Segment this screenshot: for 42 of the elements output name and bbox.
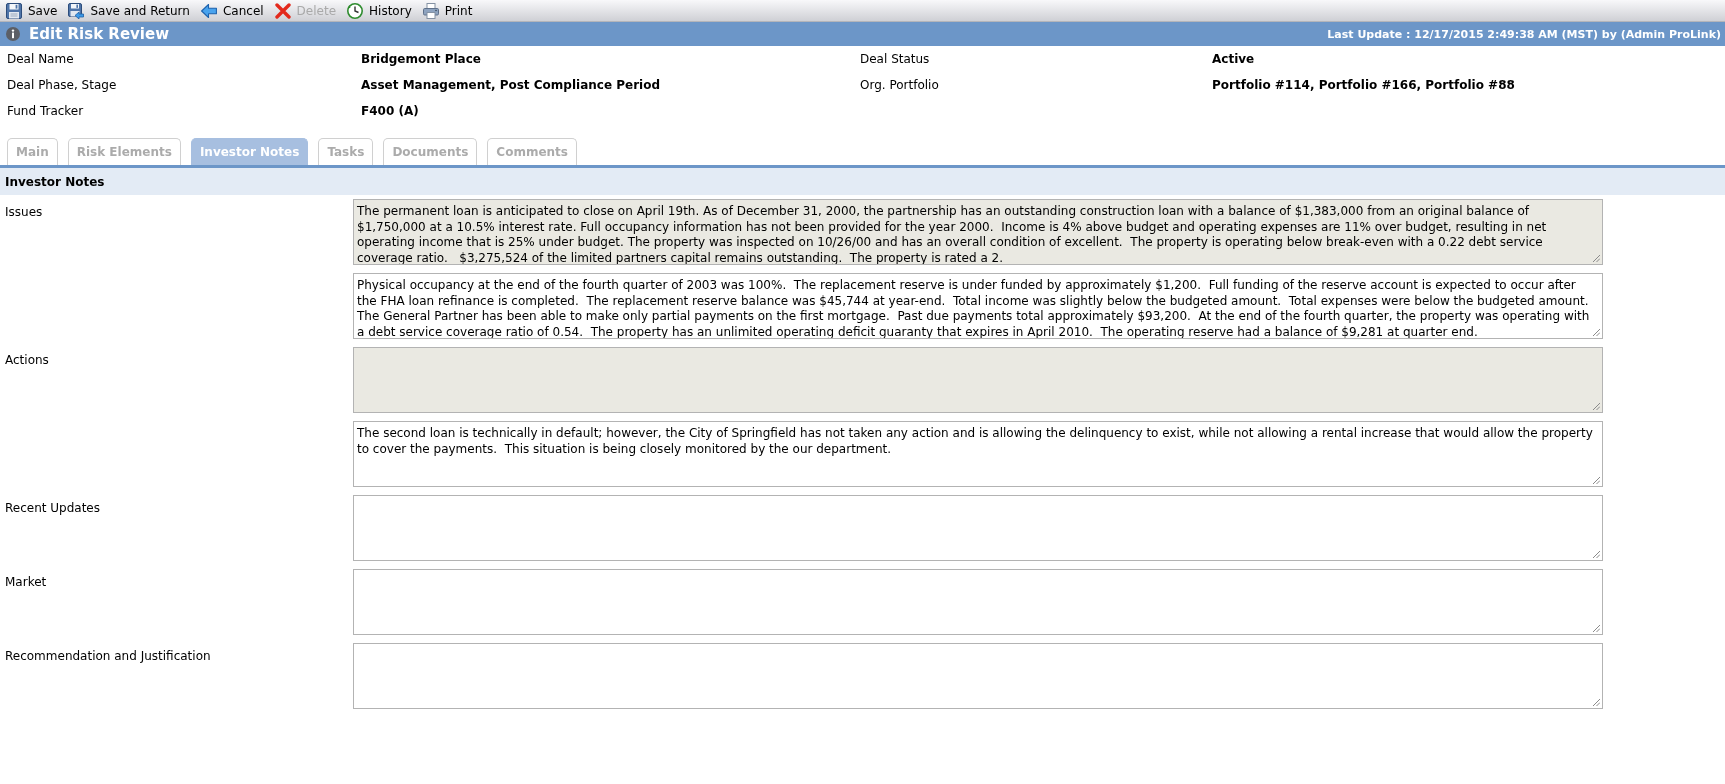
text-area[interactable]	[353, 643, 1603, 709]
info-icon	[6, 27, 20, 41]
info-value: Portfolio #114, Portfolio #166, Portfolio #88	[1212, 78, 1515, 92]
last-update-text: Last Update : 12/17/2015 2:49:38 AM (MST) by (Admin ProLink)	[1327, 27, 1721, 41]
field-label: Actions	[5, 353, 49, 367]
resize-grip-icon[interactable]	[1593, 255, 1600, 262]
text-area[interactable]: The second loan is technically in default; however, the City of Springfield has not taken any action and is allowing the delinquency to exist, while not allowing a rental increase that would allow the property to cover the payments. This situation is being closely monitored by the our department.	[353, 421, 1603, 487]
save-button[interactable]: Save	[6, 0, 58, 21]
info-label: Deal Phase, Stage	[7, 78, 117, 92]
resize-grip-icon[interactable]	[1593, 477, 1600, 484]
info-label: Fund Tracker	[7, 104, 84, 118]
clock-icon	[347, 2, 364, 19]
info-label: Deal Status	[860, 52, 930, 66]
resize-grip-icon[interactable]	[1593, 699, 1600, 706]
text-area[interactable]: The permanent loan is anticipated to close on April 19th. As of December 31, 2000, the partnership has an outstanding construction loan with a balance of $1,383,000 from an original balance of $1,750,000 at a 10.5% interest rate. Full occupancy information has not been provided for the year 2000. Income is 4% above budget and operating expenses are 11% over budget, resulting in net operating income that is 25% under budget. The property was inspected on 10/26/00 and has an overall condition of excellent. The property is operating below break-even with a 0.22 debt service coverage ratio. $3,275,524 of the limited partners capital remains outstanding. The property is rated a 2.	[353, 199, 1603, 265]
field-label: Recent Updates	[5, 501, 100, 515]
cancel-button[interactable]: Cancel	[200, 0, 264, 21]
text-area[interactable]: Physical occupancy at the end of the fourth quarter of 2003 was 100%. The replacement reserve is under funded by approximately $1,200. Full funding of the reserve account is expected to occur after the FHA loan refinance is completed. The replacement reserve balance was $45,744 at year-end. Total income was slightly below the budgeted amount. Total expenses were below the budgeted amount. The General Partner has been able to make only partial payments on the first mortgage. Past due payments total approximately $93,200. At the end of the fourth quarter, the property was operating with a debt service coverage ratio of 0.54. The property has an unlimited operating deficit guaranty that expires in April 2010. The operating reserve had a balance of $9,281 at quarter end.	[353, 273, 1603, 339]
resize-grip-icon[interactable]	[1593, 403, 1600, 410]
print-button[interactable]: Print	[422, 0, 473, 21]
resize-grip-icon[interactable]	[1593, 551, 1600, 558]
page-title: Edit Risk Review	[29, 25, 169, 43]
text-area[interactable]	[353, 495, 1603, 561]
text-area[interactable]	[353, 347, 1603, 413]
x-mark-icon	[274, 2, 291, 19]
info-label: Org. Portfolio	[860, 78, 939, 92]
field-label: Recommendation and Justification	[5, 649, 211, 663]
field-label: Market	[5, 575, 47, 589]
text-area[interactable]	[353, 569, 1603, 635]
resize-grip-icon[interactable]	[1593, 625, 1600, 632]
history-button[interactable]: History	[347, 0, 412, 21]
info-value: Bridgemont Place	[361, 52, 481, 66]
resize-grip-icon[interactable]	[1593, 329, 1600, 336]
left-arrow-icon	[200, 2, 217, 19]
info-value: Asset Management, Post Compliance Period	[361, 78, 661, 92]
save-and-return-button[interactable]: Save and Return	[68, 0, 190, 21]
info-label: Deal Name	[7, 52, 74, 66]
info-value: F400 (A)	[361, 104, 419, 118]
field-label: Issues	[5, 205, 43, 219]
printer-icon	[422, 2, 439, 19]
section-header: Investor Notes	[0, 168, 1725, 195]
info-value: Active	[1212, 52, 1255, 66]
